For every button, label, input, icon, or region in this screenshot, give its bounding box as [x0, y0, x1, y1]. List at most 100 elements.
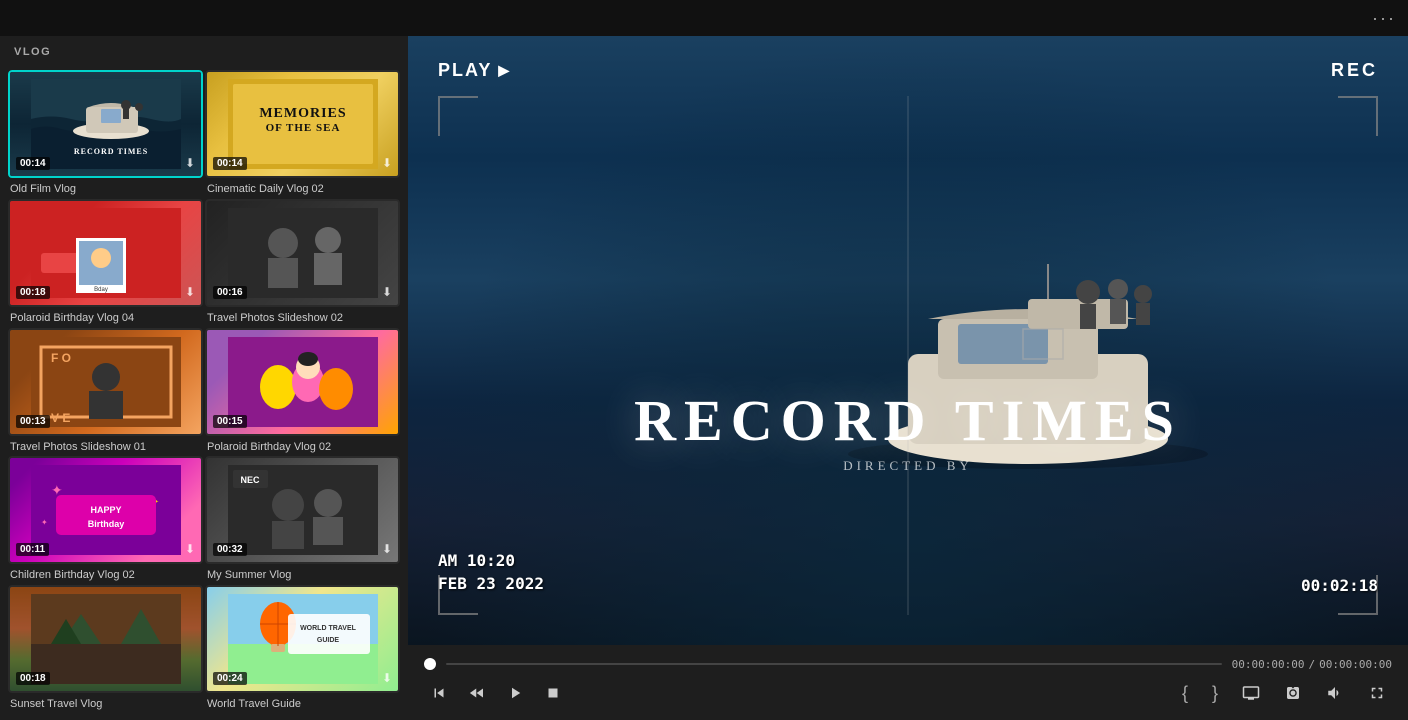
volume-icon [1326, 684, 1344, 702]
left-panel: VLOG [0, 36, 408, 720]
thumb-time-travel-01: 00:13 [16, 415, 50, 428]
thumb-time-children-bday: 00:11 [16, 543, 49, 556]
main-layout: VLOG [0, 36, 1408, 720]
svg-text:HAPPY: HAPPY [90, 505, 121, 515]
camera-icon [1284, 684, 1302, 702]
right-panel: PLAY ▶ REC RECORD TIMES DIRECTED BY [408, 36, 1408, 720]
time-separator: / [1309, 658, 1316, 671]
thumb-travel-photos-01[interactable]: F O V E 00:13 Travel Photos Slideshow 01 [8, 328, 203, 455]
crosshair-vertical [908, 96, 909, 615]
thumb-label-sunset: Sunset Travel Vlog [8, 693, 203, 712]
preview-area: PLAY ▶ REC RECORD TIMES DIRECTED BY [408, 36, 1408, 645]
thumb-polaroid-birthday-04[interactable]: Bday 00:18 ⬇ Polaroid Birthday Vlog 04 [8, 199, 203, 326]
monitor-button[interactable] [1236, 680, 1266, 706]
svg-text:RECORD TIMES: RECORD TIMES [73, 147, 147, 156]
thumb-sunset-travel[interactable]: 00:18 Sunset Travel Vlog [8, 585, 203, 712]
svg-text:✦: ✦ [41, 518, 48, 527]
monitor-icon [1242, 684, 1260, 702]
thumb-travel-photos-02[interactable]: 00:16 ⬇ Travel Photos Slideshow 02 [205, 199, 400, 326]
play-button[interactable] [500, 680, 530, 706]
thumb-old-film-vlog[interactable]: RECORD TIMES 00:14 ⬇ Old Film Vlog [8, 70, 203, 197]
top-bar: ··· [0, 0, 1408, 36]
thumb-label-polaroid-04: Polaroid Birthday Vlog 04 [8, 307, 203, 326]
svg-text:GUIDE: GUIDE [316, 637, 339, 644]
svg-text:WORLD TRAVEL: WORLD TRAVEL [300, 625, 357, 632]
progress-handle[interactable] [424, 658, 436, 670]
section-label: VLOG [0, 36, 408, 66]
thumb-time-world-travel: 00:24 [213, 672, 247, 685]
thumb-time-sunset: 00:18 [16, 672, 50, 685]
out-point-button[interactable]: } [1206, 679, 1224, 708]
corner-tr [1338, 96, 1378, 136]
thumb-time-old-film: 00:14 [16, 157, 50, 170]
rec-label: REC [1331, 60, 1378, 81]
stop-icon [544, 684, 562, 702]
thumbnails-grid: RECORD TIMES 00:14 ⬇ Old Film Vlog MEMOR [0, 66, 408, 720]
play-text: PLAY [438, 60, 492, 81]
thumb-download-children-bday[interactable]: ⬇ [185, 542, 195, 556]
corner-tl [438, 96, 478, 136]
volume-button[interactable] [1320, 680, 1350, 706]
play-icon: ▶ [498, 62, 511, 79]
svg-text:MEMORIES: MEMORIES [259, 106, 346, 121]
thumb-children-birthday-02[interactable]: ✦ ✦ ✦ HAPPY Birthday 00:11 ⬇ Children Bi… [8, 456, 203, 583]
play-button-icon [506, 684, 524, 702]
svg-text:V E: V E [51, 411, 70, 425]
progress-track[interactable] [446, 663, 1222, 665]
thumb-time-memories: 00:14 [213, 157, 247, 170]
thumb-polaroid-birthday-02[interactable]: 00:15 Polaroid Birthday Vlog 02 [205, 328, 400, 455]
thumb-download-world-travel[interactable]: ⬇ [382, 671, 392, 685]
thumb-download-travel-02[interactable]: ⬇ [382, 285, 392, 299]
more-options-button[interactable]: ··· [1372, 8, 1396, 29]
control-bar: 00:00:00:00 / 00:00:00:00 [408, 645, 1408, 720]
thumb-label-travel-02: Travel Photos Slideshow 02 [205, 307, 400, 326]
thumb-label-memories: Cinematic Daily Vlog 02 [205, 178, 400, 197]
timecode-overlay: 00:02:18 [1301, 576, 1378, 595]
thumb-download-polaroid-04[interactable]: ⬇ [185, 285, 195, 299]
thumb-summer-vlog[interactable]: NEC 00:32 ⬇ My Summer Vlog [205, 456, 400, 583]
svg-text:Bday: Bday [94, 287, 108, 293]
thumb-label-travel-01: Travel Photos Slideshow 01 [8, 436, 203, 455]
svg-text:NEC: NEC [240, 475, 260, 485]
svg-text:F O: F O [51, 351, 71, 365]
thumb-world-travel[interactable]: WORLD TRAVEL GUIDE 00:24 ⬇ World Travel … [205, 585, 400, 712]
svg-text:Birthday: Birthday [87, 519, 124, 529]
current-time: 00:00:00:00 [1232, 658, 1305, 671]
record-times-title: RECORD TIMES [634, 387, 1182, 454]
video-preview: PLAY ▶ REC RECORD TIMES DIRECTED BY [408, 36, 1408, 645]
controls-right: { } [1176, 679, 1392, 708]
thumb-label-polaroid-02: Polaroid Birthday Vlog 02 [205, 436, 400, 455]
frame-back-button[interactable] [462, 680, 492, 706]
directed-by-text: DIRECTED BY [634, 458, 1182, 474]
skip-back-button[interactable] [424, 680, 454, 706]
thumb-label-summer: My Summer Vlog [205, 564, 400, 583]
thumb-label-world-travel: World Travel Guide [205, 693, 400, 712]
thumb-label-old-film: Old Film Vlog [8, 178, 203, 197]
in-point-button[interactable]: { [1176, 679, 1194, 708]
thumb-label-children-bday: Children Birthday Vlog 02 [8, 564, 203, 583]
thumb-download-old-film[interactable]: ⬇ [185, 156, 195, 170]
record-times-overlay: RECORD TIMES DIRECTED BY [634, 387, 1182, 474]
timestamp-date: FEB 23 2022 [438, 573, 544, 595]
controls-left [424, 680, 568, 706]
timestamp-time: AM 10:20 [438, 550, 544, 572]
thumb-download-summer[interactable]: ⬇ [382, 542, 392, 556]
fullscreen-button[interactable] [1362, 680, 1392, 706]
time-display: 00:00:00:00 / 00:00:00:00 [1232, 658, 1392, 671]
progress-bar-wrap: 00:00:00:00 / 00:00:00:00 [424, 658, 1392, 671]
thumb-time-polaroid-04: 00:18 [16, 286, 50, 299]
svg-text:OF THE SEA: OF THE SEA [265, 122, 340, 134]
skip-back-icon [430, 684, 448, 702]
fullscreen-icon [1368, 684, 1386, 702]
frame-back-icon [468, 684, 486, 702]
thumb-time-travel-02: 00:16 [213, 286, 247, 299]
camera-button[interactable] [1278, 680, 1308, 706]
controls-row: { } [424, 679, 1392, 708]
play-label[interactable]: PLAY ▶ [438, 60, 511, 81]
thumb-download-memories[interactable]: ⬇ [382, 156, 392, 170]
thumb-time-summer: 00:32 [213, 543, 247, 556]
thumb-cinematic-daily-vlog-02[interactable]: MEMORIES OF THE SEA 00:14 ⬇ Cinematic Da… [205, 70, 400, 197]
stop-button[interactable] [538, 680, 568, 706]
timestamp-overlay: AM 10:20 FEB 23 2022 [438, 550, 544, 595]
thumb-time-polaroid-02: 00:15 [213, 415, 247, 428]
